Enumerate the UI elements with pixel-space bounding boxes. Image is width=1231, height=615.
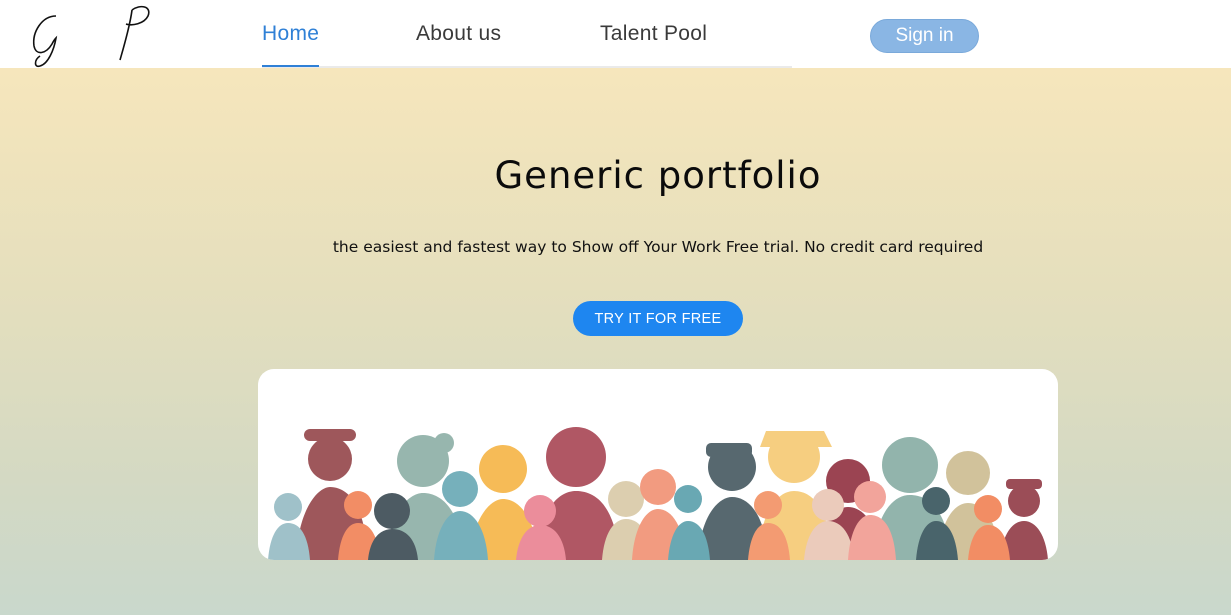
nav-link-talent-pool[interactable]: Talent Pool (600, 22, 707, 46)
illustration-card (258, 369, 1058, 560)
top-navbar: Home About us Talent Pool Sign in (0, 0, 1231, 68)
hero-subtitle: the easiest and fastest way to Show off … (332, 238, 984, 256)
sign-in-label: Sign in (895, 25, 954, 46)
crowd-illustration-icon (268, 427, 1048, 560)
hero-title: Generic portfolio (494, 154, 822, 197)
nav-link-home[interactable]: Home (262, 22, 320, 67)
logo[interactable] (28, 2, 208, 68)
nav-link-home-label: Home (262, 22, 320, 45)
try-free-label: TRY IT FOR FREE (594, 310, 722, 327)
nav-link-about-us[interactable]: About us (416, 22, 501, 46)
logo-signature-icon (32, 5, 150, 68)
try-free-button[interactable]: TRY IT FOR FREE (573, 301, 743, 336)
nav-link-talent-label: Talent Pool (600, 22, 708, 45)
hero-section: Generic portfolio the easiest and fastes… (0, 68, 1231, 615)
sign-in-button[interactable]: Sign in (870, 19, 979, 53)
active-underline (262, 65, 320, 67)
nav-link-about-label: About us (416, 22, 502, 45)
